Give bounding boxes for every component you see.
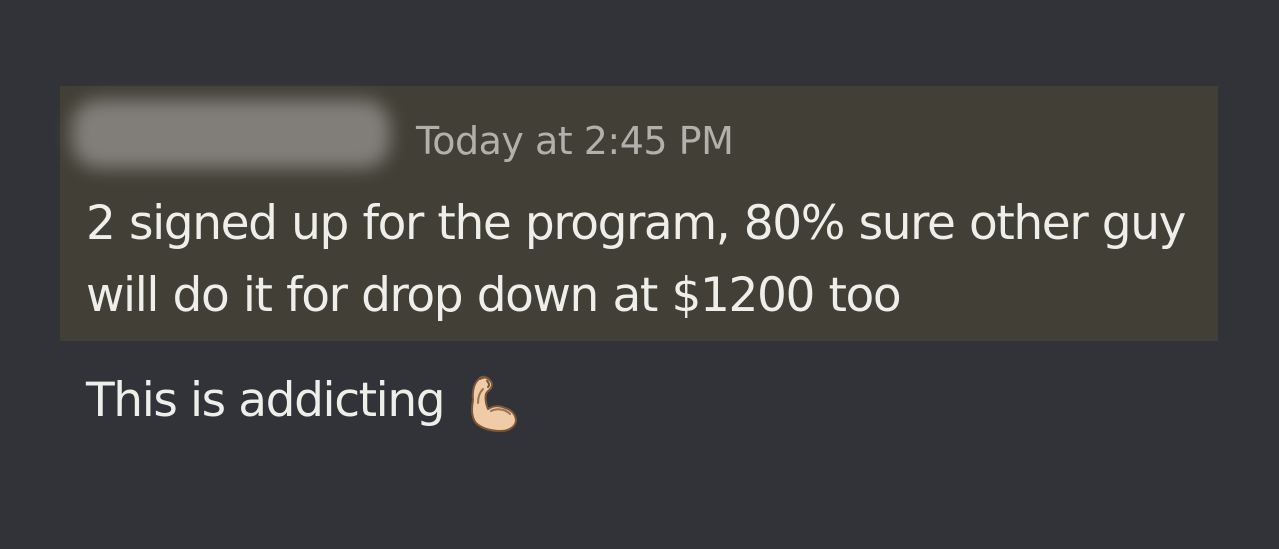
author-name-blurred[interactable] [72, 100, 390, 168]
flexed-biceps-icon[interactable] [460, 367, 524, 435]
followup-message-text: This is addicting [86, 373, 446, 428]
chat-panel: Today at 2:45 PM 2 signed up for the pro… [0, 0, 1279, 549]
message-content: 2 signed up for the program, 80% sure ot… [86, 196, 1186, 323]
followup-message: This is addicting [86, 362, 524, 440]
message-timestamp[interactable]: Today at 2:45 PM [416, 116, 734, 166]
